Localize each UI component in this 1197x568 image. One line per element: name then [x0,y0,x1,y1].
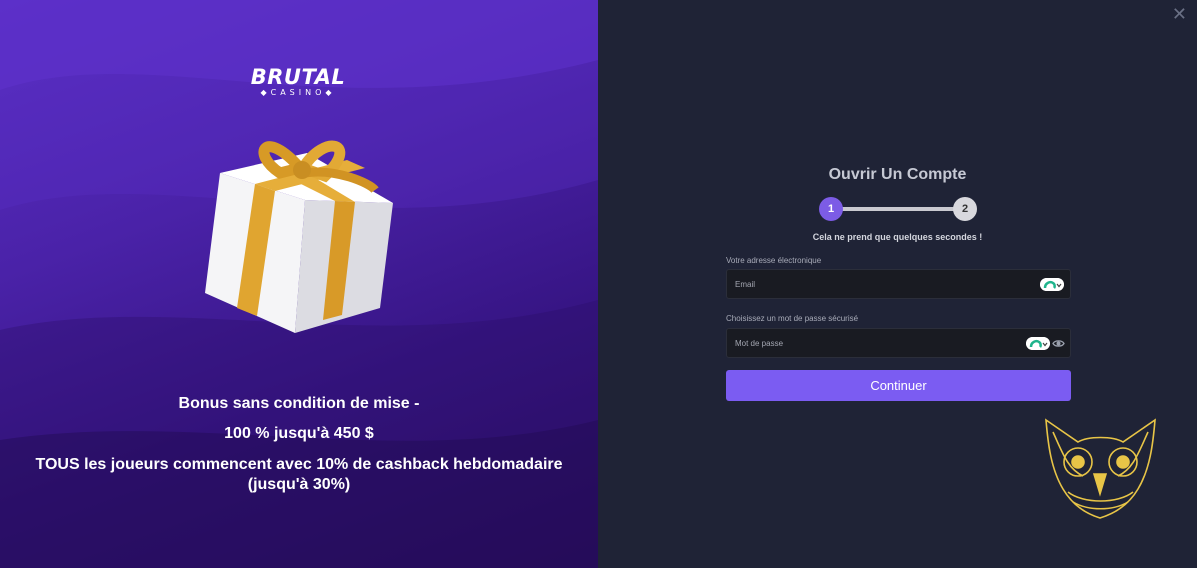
signup-panel: ✕ Ouvrir Un Compte 1 2 Cela ne prend que… [598,0,1197,568]
password-manager-icon[interactable] [1040,278,1064,291]
password-manager-icon[interactable] [1026,337,1050,350]
email-field[interactable] [735,270,1015,298]
continue-button[interactable]: Continuer [726,370,1071,401]
password-label: Choisissez un mot de passe sécurisé [726,314,859,323]
signup-subtitle: Cela ne prend que quelques secondes ! [812,232,983,242]
owl-logo-icon [1045,418,1156,519]
promo-line-3: TOUS les joueurs commencent avec 10% de … [35,456,563,493]
close-icon[interactable]: ✕ [1172,4,1187,25]
gift-icon [205,140,393,333]
step-progress: 1 2 [819,196,977,222]
eye-icon[interactable] [1052,337,1065,350]
brand-logo: BRUTAL ◆CASINO◆ [250,66,346,98]
promo-line-1: Bonus sans condition de mise - [178,395,420,412]
email-label: Votre adresse électronique [726,256,822,265]
brand-sub: ◆CASINO◆ [260,88,336,97]
step-progress-line [831,207,965,211]
page-title: Ouvrir Un Compte [828,166,967,183]
promo-panel: BRUTAL ◆CASINO◆ Bonus sans condition de … [0,0,598,568]
promo-line-2: 100 % jusqu'à 450 $ [224,425,374,442]
password-field[interactable] [735,329,1015,357]
password-field-wrapper [726,328,1071,358]
step-2: 2 [953,197,977,221]
brand-name: BRUTAL [250,65,346,89]
step-1: 1 [819,197,843,221]
email-field-wrapper [726,269,1071,299]
